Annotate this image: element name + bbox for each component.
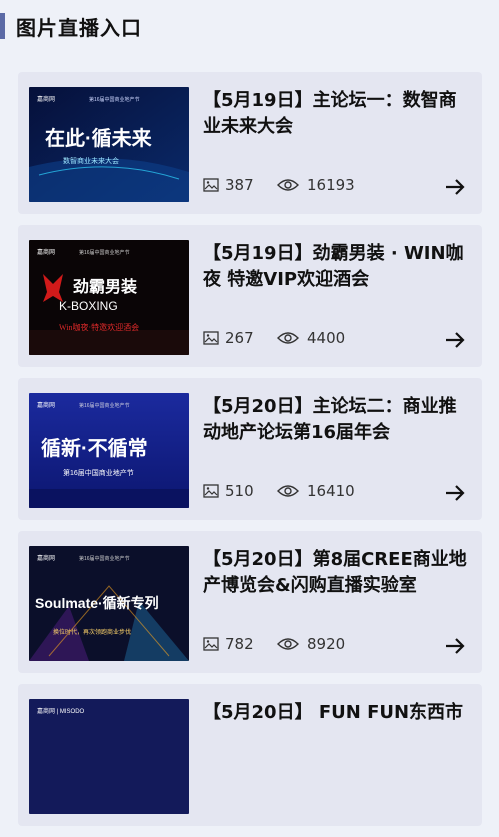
arrow-right-icon[interactable] [444,329,466,351]
image-count-icon [203,178,219,192]
arrow-right-icon[interactable] [444,482,466,504]
card-title[interactable]: 【5月19日】主论坛一：数智商业未来大会 [203,88,468,140]
svg-text:第16届中国商业地产节: 第16届中国商业地产节 [79,249,130,256]
svg-text:嘉商网: 嘉商网 [37,248,55,256]
image-count: 510 [225,482,254,500]
svg-text:嘉商网: 嘉商网 [37,401,55,409]
section-header: 图片直播入口 [0,10,499,42]
view-count-icon [277,331,299,345]
svg-text:嘉商网: 嘉商网 [37,554,55,562]
image-count: 387 [225,176,254,194]
card-meta: 782 8920 [203,635,345,653]
card-title[interactable]: 【5月20日】主论坛二：商业推动地产论坛第16届年会 [203,394,468,446]
view-count-icon [277,637,299,651]
image-count-icon [203,484,219,498]
image-count-icon [203,637,219,651]
image-count-icon [203,331,219,345]
svg-text:嘉商网 | MISODO: 嘉商网 | MISODO [37,707,85,715]
svg-text:第16届中国商业地产节: 第16届中国商业地产节 [89,96,140,103]
svg-text:K-BOXING: K-BOXING [59,299,118,313]
live-card[interactable]: 嘉商网 | MISODO 【5月20日】 FUN FUN东西市 [18,684,482,826]
view-count: 16193 [307,176,355,194]
view-count: 8920 [307,635,346,653]
view-count: 4400 [307,329,346,347]
live-card[interactable]: 嘉商网 第16届中国商业地产节 劲霸男装 K-BOXING Win咖夜·特邀欢迎… [18,225,482,367]
live-photo-list: 嘉商网 第16届中国商业地产节 在此·循未来 数智商业未来大会 【5月19日】主… [18,72,482,837]
view-count: 16410 [307,482,355,500]
svg-text:第16届中国商业地产节: 第16届中国商业地产节 [79,402,130,409]
svg-text:Soulmate·循新专列: Soulmate·循新专列 [35,595,159,611]
card-title[interactable]: 【5月20日】 FUN FUN东西市 [203,700,468,726]
card-meta: 387 16193 [203,176,355,194]
view-count-icon [277,484,299,498]
svg-text:第16届中国商业地产节: 第16届中国商业地产节 [63,468,134,477]
card-thumbnail: 嘉商网 第16届中国商业地产节 劲霸男装 K-BOXING Win咖夜·特邀欢迎… [29,240,189,355]
svg-text:第16届中国商业地产节: 第16届中国商业地产节 [79,555,130,562]
image-count: 267 [225,329,254,347]
arrow-right-icon[interactable] [444,176,466,198]
accent-bar [0,13,5,39]
card-thumbnail: 嘉商网 | MISODO [29,699,189,814]
arrow-right-icon[interactable] [444,635,466,657]
svg-text:嘉商网: 嘉商网 [37,95,55,103]
svg-text:劲霸男装: 劲霸男装 [73,277,137,296]
card-thumbnail: 嘉商网 第16届中国商业地产节 循新·不循常 第16届中国商业地产节 [29,393,189,508]
section-title: 图片直播入口 [16,15,142,40]
svg-text:换位时代，再次领跑商业步伐: 换位时代，再次领跑商业步伐 [53,628,131,636]
card-thumbnail: 嘉商网 第16届中国商业地产节 在此·循未来 数智商业未来大会 [29,87,189,202]
image-count: 782 [225,635,254,653]
view-count-icon [277,178,299,192]
card-title[interactable]: 【5月20日】第8届CREE商业地产博览会&闪购直播实验室 [203,547,468,599]
svg-text:数智商业未来大会: 数智商业未来大会 [63,156,119,165]
live-card[interactable]: 嘉商网 第16届中国商业地产节 Soulmate·循新专列 换位时代，再次领跑商… [18,531,482,673]
card-thumbnail: 嘉商网 第16届中国商业地产节 Soulmate·循新专列 换位时代，再次领跑商… [29,546,189,661]
svg-text:在此·循未来: 在此·循未来 [45,126,153,150]
card-meta: 510 16410 [203,482,355,500]
card-meta: 267 4400 [203,329,345,347]
svg-text:Win咖夜·特邀欢迎酒会: Win咖夜·特邀欢迎酒会 [59,322,139,332]
live-card[interactable]: 嘉商网 第16届中国商业地产节 循新·不循常 第16届中国商业地产节 【5月20… [18,378,482,520]
card-title[interactable]: 【5月19日】劲霸男装 · WIN咖夜 特邀VIP欢迎酒会 [203,241,468,293]
svg-text:循新·不循常: 循新·不循常 [41,436,148,460]
live-card[interactable]: 嘉商网 第16届中国商业地产节 在此·循未来 数智商业未来大会 【5月19日】主… [18,72,482,214]
